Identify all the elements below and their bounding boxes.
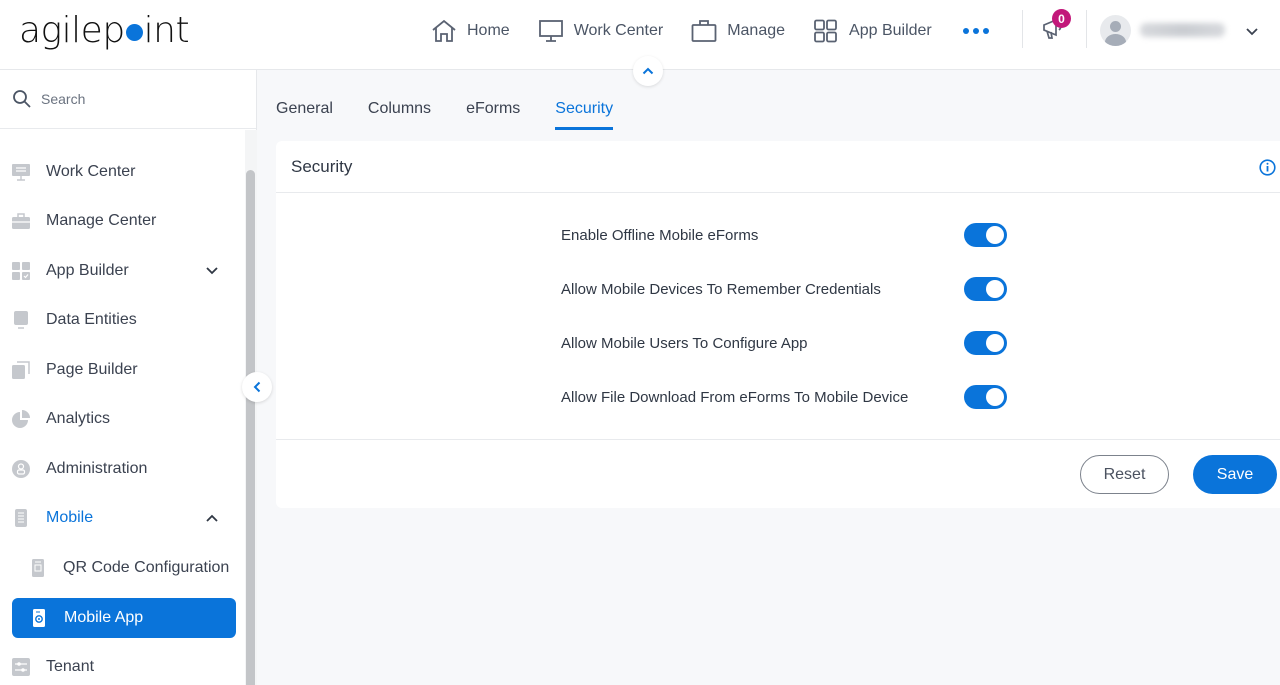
collapse-header-button[interactable] bbox=[633, 56, 663, 86]
security-card-header: Security bbox=[276, 141, 1280, 193]
nav-app-builder[interactable]: App Builder bbox=[813, 19, 932, 43]
more-dots-icon[interactable] bbox=[962, 28, 989, 34]
nav-manage-label: Manage bbox=[727, 22, 786, 39]
logo-dot bbox=[125, 24, 143, 41]
sidebar-item-page-builder[interactable]: Page Builder bbox=[0, 350, 245, 390]
chevron-up-icon bbox=[642, 67, 654, 75]
setting-label: Enable Offline Mobile eForms bbox=[561, 226, 759, 244]
logo-text-prefix: agilep bbox=[19, 10, 125, 51]
administration-icon bbox=[11, 459, 31, 479]
nav-work-center[interactable]: Work Center bbox=[538, 19, 664, 43]
app-builder-icon bbox=[11, 261, 31, 281]
sidebar-item-app-builder[interactable]: App Builder bbox=[0, 251, 245, 291]
sidebar: Work Center Manage Center App Builder Da… bbox=[0, 70, 257, 685]
sidebar-item-label: Administration bbox=[46, 460, 148, 477]
briefcase-icon bbox=[691, 20, 717, 42]
sidebar-menu: Work Center Manage Center App Builder Da… bbox=[0, 130, 245, 685]
nav-home-label: Home bbox=[467, 22, 510, 39]
setting-row: Allow Mobile Devices To Remember Credent… bbox=[561, 274, 1007, 304]
sidebar-item-label: App Builder bbox=[46, 262, 129, 279]
sidebar-item-label: Work Center bbox=[46, 163, 136, 180]
divider bbox=[1086, 10, 1087, 48]
setting-row: Allow File Download From eForms To Mobil… bbox=[561, 382, 1007, 412]
sidebar-item-partial[interactable] bbox=[0, 130, 245, 138]
nav-app-builder-label: App Builder bbox=[849, 22, 932, 39]
chevron-left-icon bbox=[253, 381, 261, 393]
sidebar-item-analytics[interactable]: Analytics bbox=[0, 399, 245, 439]
setting-label: Allow Mobile Devices To Remember Credent… bbox=[561, 280, 881, 298]
sidebar-item-manage-center[interactable]: Manage Center bbox=[0, 201, 245, 241]
user-name-blurred[interactable] bbox=[1140, 23, 1225, 37]
qr-code-icon bbox=[28, 558, 48, 578]
sidebar-item-label: Manage Center bbox=[46, 212, 157, 229]
tab-eforms[interactable]: eForms bbox=[466, 100, 520, 130]
tab-general[interactable]: General bbox=[276, 100, 333, 130]
user-avatar[interactable] bbox=[1100, 15, 1131, 46]
home-icon bbox=[432, 19, 456, 42]
tab-columns[interactable]: Columns bbox=[368, 100, 431, 130]
sidebar-item-label: Data Entities bbox=[46, 311, 137, 328]
agilepoint-logo[interactable]: agilep int bbox=[19, 10, 190, 51]
card-title: Security bbox=[291, 156, 353, 176]
search-icon bbox=[13, 90, 31, 108]
grid-icon bbox=[814, 19, 837, 43]
sidebar-item-label: Page Builder bbox=[46, 361, 138, 378]
page-builder-icon bbox=[11, 360, 31, 380]
mobile-icon bbox=[11, 508, 31, 528]
sidebar-item-mobile-app[interactable]: Mobile App bbox=[12, 598, 236, 638]
logo-text-suffix: int bbox=[143, 10, 190, 51]
sidebar-item-mobile[interactable]: Mobile bbox=[0, 498, 245, 538]
setting-row: Enable Offline Mobile eForms bbox=[561, 220, 1007, 250]
tenant-icon bbox=[11, 657, 31, 677]
sidebar-item-label: Mobile bbox=[46, 509, 94, 526]
data-entities-icon bbox=[11, 310, 31, 330]
work-center-icon bbox=[11, 162, 31, 182]
nav-home[interactable]: Home bbox=[431, 19, 510, 43]
save-button[interactable]: Save bbox=[1193, 455, 1277, 494]
sidebar-item-label: Mobile App bbox=[64, 609, 144, 626]
sidebar-item-label: QR Code Configuration bbox=[63, 559, 230, 576]
collapse-sidebar-button[interactable] bbox=[242, 372, 272, 402]
sidebar-item-label: Tenant bbox=[46, 658, 95, 675]
tab-security[interactable]: Security bbox=[555, 100, 614, 130]
sidebar-search bbox=[0, 70, 256, 129]
security-card: Security Enable Offline Mobile eForms Al… bbox=[276, 141, 1280, 508]
setting-row: Allow Mobile Users To Configure App bbox=[561, 328, 1007, 358]
sidebar-item-administration[interactable]: Administration bbox=[0, 449, 245, 489]
remember-credentials-toggle[interactable] bbox=[964, 277, 1007, 301]
search-input[interactable] bbox=[41, 91, 241, 107]
top-nav: Home Work Center Manage App Builder bbox=[431, 16, 989, 46]
offline-eforms-toggle[interactable] bbox=[964, 223, 1007, 247]
sidebar-item-data-entities[interactable]: Data Entities bbox=[0, 300, 245, 340]
settings-tabs: General Columns eForms Security bbox=[276, 100, 648, 130]
configure-app-toggle[interactable] bbox=[964, 331, 1007, 355]
monitor-icon bbox=[538, 20, 563, 42]
card-footer-divider bbox=[276, 439, 1280, 440]
mobile-app-icon bbox=[29, 608, 49, 628]
nav-manage[interactable]: Manage bbox=[691, 19, 785, 43]
nav-work-center-label: Work Center bbox=[573, 22, 664, 39]
chevron-down-icon[interactable] bbox=[1245, 24, 1259, 42]
sidebar-item-tenant[interactable]: Tenant bbox=[0, 647, 245, 685]
toolbox-icon bbox=[11, 211, 31, 231]
sidebar-item-label: Analytics bbox=[46, 410, 111, 427]
sidebar-scrollbar-thumb[interactable] bbox=[246, 170, 255, 685]
pie-chart-icon bbox=[11, 409, 31, 429]
file-download-toggle[interactable] bbox=[964, 385, 1007, 409]
notification-count-badge: 0 bbox=[1052, 9, 1071, 28]
reset-button[interactable]: Reset bbox=[1080, 455, 1169, 494]
setting-label: Allow Mobile Users To Configure App bbox=[561, 334, 808, 352]
setting-label: Allow File Download From eForms To Mobil… bbox=[561, 388, 909, 406]
chevron-up-icon[interactable] bbox=[205, 510, 219, 528]
sidebar-item-work-center[interactable]: Work Center bbox=[0, 152, 245, 192]
info-icon[interactable] bbox=[1259, 159, 1276, 181]
sidebar-item-qr-code-configuration[interactable]: QR Code Configuration bbox=[0, 548, 245, 588]
divider bbox=[1022, 10, 1023, 48]
chevron-down-icon[interactable] bbox=[205, 263, 219, 281]
